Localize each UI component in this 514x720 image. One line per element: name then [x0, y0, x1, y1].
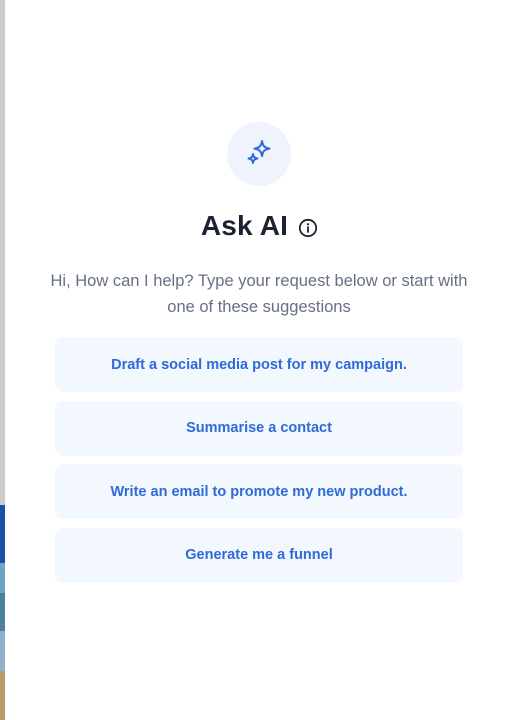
suggestion-write-promo-email[interactable]: Write an email to promote my new product… — [55, 464, 463, 519]
suggestion-generate-funnel[interactable]: Generate me a funnel — [55, 527, 463, 583]
intro-text: Hi, How can I help? Type your request be… — [50, 272, 468, 316]
suggestion-draft-social-post[interactable]: Draft a social media post for my campaig… — [55, 337, 463, 392]
suggestion-list: Draft a social media post for my campaig… — [55, 337, 463, 591]
title-row: Ask AI — [5, 210, 514, 242]
ai-icon-badge — [227, 122, 291, 186]
page-title: Ask AI — [200, 210, 289, 241]
ask-ai-panel: Ask AI Hi, How can I help? Type your req… — [5, 0, 514, 720]
info-icon[interactable] — [298, 218, 318, 238]
sparkle-icon — [244, 137, 274, 172]
suggestion-summarise-contact[interactable]: Summarise a contact — [55, 400, 463, 456]
